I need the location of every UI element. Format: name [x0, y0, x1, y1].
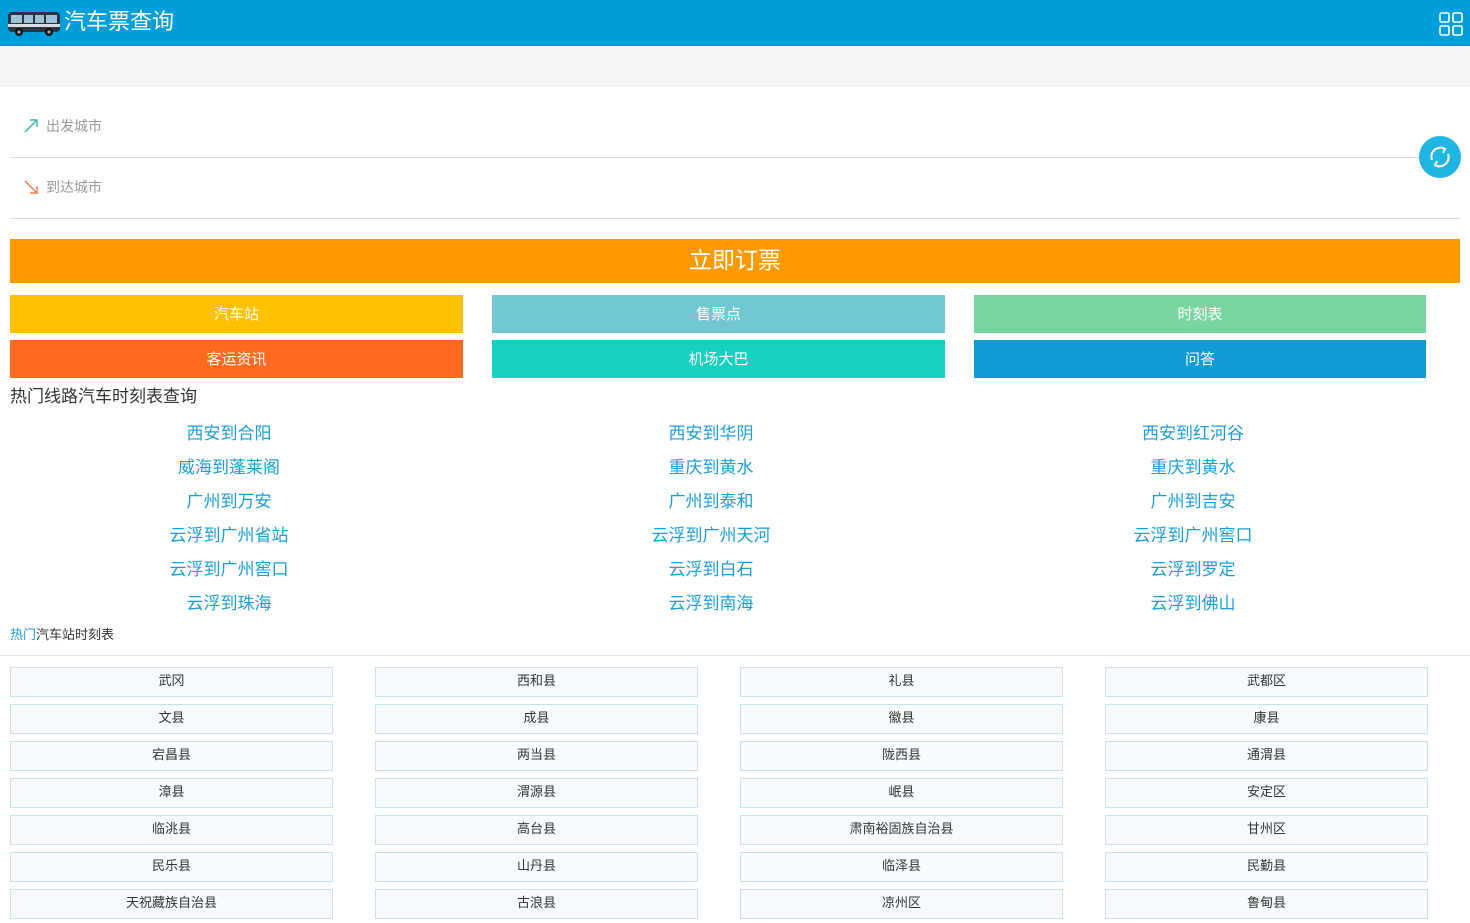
- station-button[interactable]: 宕昌县: [10, 741, 333, 771]
- hot-stations-title-hot[interactable]: 热门: [10, 628, 36, 643]
- nav-bus-station-button[interactable]: 汽车站: [10, 295, 463, 333]
- route-link[interactable]: 西安到华阴: [561, 421, 861, 447]
- book-now-button[interactable]: 立即订票: [10, 239, 1460, 283]
- station-button[interactable]: 岷县: [740, 778, 1063, 808]
- route-link[interactable]: 云浮到珠海: [79, 591, 379, 617]
- station-button[interactable]: 文县: [10, 704, 333, 734]
- route-link[interactable]: 云浮到广州省站: [79, 523, 379, 549]
- route-link[interactable]: 云浮到广州天河: [561, 523, 861, 549]
- hot-stations-title: 热门汽车站时刻表: [10, 626, 114, 646]
- route-link[interactable]: 云浮到白石: [561, 557, 861, 583]
- station-button[interactable]: 西和县: [375, 667, 698, 697]
- station-button[interactable]: 康县: [1105, 704, 1428, 734]
- hot-routes-title: 热门线路汽车时刻表查询: [10, 387, 197, 407]
- station-button[interactable]: 民乐县: [10, 852, 333, 882]
- station-button[interactable]: 成县: [375, 704, 698, 734]
- route-link[interactable]: 云浮到佛山: [1043, 591, 1343, 617]
- route-link[interactable]: 云浮到广州窖口: [1043, 523, 1343, 549]
- station-button[interactable]: 礼县: [740, 667, 1063, 697]
- route-link[interactable]: 广州到万安: [79, 489, 379, 515]
- route-link[interactable]: 云浮到罗定: [1043, 557, 1343, 583]
- station-button[interactable]: 漳县: [10, 778, 333, 808]
- station-button[interactable]: 陇西县: [740, 741, 1063, 771]
- top-bar: 汽车票查询: [0, 0, 1470, 46]
- station-button[interactable]: 渭源县: [375, 778, 698, 808]
- route-link[interactable]: 云浮到南海: [561, 591, 861, 617]
- station-button[interactable]: 山丹县: [375, 852, 698, 882]
- arrow-down-right-icon: [24, 180, 38, 194]
- grid-menu-icon[interactable]: [1439, 12, 1463, 36]
- swap-refresh-icon: [1430, 146, 1450, 168]
- nav-qa-button[interactable]: 问答: [974, 340, 1426, 378]
- app-title: 汽车票查询: [64, 10, 175, 35]
- station-button[interactable]: 临洮县: [10, 815, 333, 845]
- station-button[interactable]: 武都区: [1105, 667, 1428, 697]
- route-link[interactable]: 广州到吉安: [1043, 489, 1343, 515]
- route-link[interactable]: 重庆到黄水: [1043, 455, 1343, 481]
- station-button[interactable]: 民勤县: [1105, 852, 1428, 882]
- route-link[interactable]: 威海到蓬莱阁: [79, 455, 379, 481]
- route-link[interactable]: 重庆到黄水: [561, 455, 861, 481]
- station-button[interactable]: 武冈: [10, 667, 333, 697]
- arrival-city-row: [10, 158, 1460, 219]
- route-link[interactable]: 西安到红河谷: [1043, 421, 1343, 447]
- nav-timetable-button[interactable]: 时刻表: [974, 295, 1426, 333]
- nav-transport-news-button[interactable]: 客运资讯: [10, 340, 463, 378]
- station-button[interactable]: 两当县: [375, 741, 698, 771]
- arrow-up-right-icon: [24, 119, 38, 133]
- header-spacer: [0, 46, 1470, 87]
- departure-city-input[interactable]: [46, 115, 1346, 139]
- station-button[interactable]: 徽县: [740, 704, 1063, 734]
- arrival-city-input[interactable]: [46, 176, 1346, 200]
- station-button[interactable]: 古浪县: [375, 889, 698, 919]
- station-button[interactable]: 天祝藏族自治县: [10, 889, 333, 919]
- route-link[interactable]: 云浮到广州窖口: [79, 557, 379, 583]
- station-button[interactable]: 通渭县: [1105, 741, 1428, 771]
- station-button[interactable]: 安定区: [1105, 778, 1428, 808]
- bus-icon: [8, 12, 60, 36]
- station-button[interactable]: 肃南裕固族自治县: [740, 815, 1063, 845]
- station-button[interactable]: 临泽县: [740, 852, 1063, 882]
- hot-stations-title-rest: 汽车站时刻表: [36, 628, 115, 643]
- section-divider: [0, 655, 1470, 656]
- departure-city-row: [10, 97, 1460, 158]
- station-button[interactable]: 高台县: [375, 815, 698, 845]
- station-button[interactable]: 鲁甸县: [1105, 889, 1428, 919]
- route-link[interactable]: 西安到合阳: [79, 421, 379, 447]
- station-button[interactable]: 甘州区: [1105, 815, 1428, 845]
- swap-cities-button[interactable]: [1419, 136, 1461, 178]
- station-button[interactable]: 凉州区: [740, 889, 1063, 919]
- nav-ticket-outlet-button[interactable]: 售票点: [492, 295, 945, 333]
- nav-airport-bus-button[interactable]: 机场大巴: [492, 340, 945, 378]
- route-link[interactable]: 广州到泰和: [561, 489, 861, 515]
